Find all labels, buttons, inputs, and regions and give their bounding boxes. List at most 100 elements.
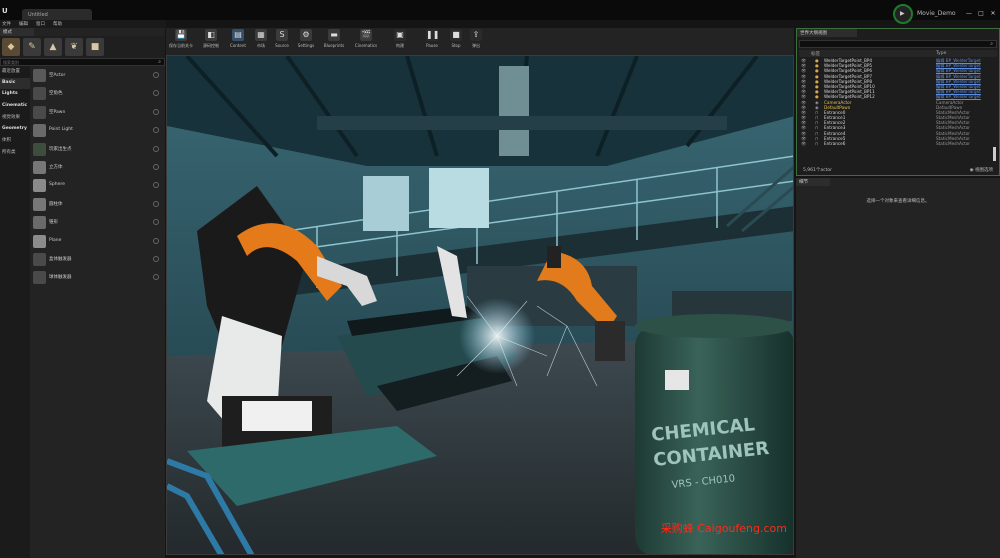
placeable-item[interactable]: 盒体触发器	[31, 250, 163, 268]
item-label: 圆柱体	[49, 201, 63, 207]
info-icon[interactable]	[153, 274, 159, 281]
info-icon[interactable]	[153, 237, 159, 244]
save-icon: 💾	[175, 29, 187, 41]
paint-mode-icon[interactable]: ✎	[23, 38, 41, 56]
pause-button[interactable]: ❚❚ Pause	[420, 29, 444, 54]
menu-file[interactable]: 文件	[2, 21, 11, 27]
stop-icon: ■	[450, 29, 462, 41]
viewport-scene: CHEMICAL CONTAINER VRS - CH010	[167, 56, 793, 554]
info-icon[interactable]	[153, 145, 159, 152]
search-icon: ⌕	[990, 41, 993, 47]
settings-button[interactable]: ⚙ Settings	[294, 29, 318, 54]
info-icon[interactable]	[153, 255, 159, 262]
placeable-item[interactable]: Sphere	[31, 176, 163, 194]
info-icon[interactable]	[153, 127, 159, 134]
toolbar-button-label: 弹出	[472, 43, 480, 48]
category-item[interactable]: 视觉效果	[0, 112, 30, 124]
item-thumbnail-icon	[33, 105, 46, 119]
column-label[interactable]: 标签	[811, 51, 820, 57]
source-button[interactable]: S Source	[270, 29, 294, 54]
category-item[interactable]: 最近放置	[0, 66, 30, 78]
eject-button[interactable]: ⇪ 弹出	[464, 29, 488, 54]
source-icon: S	[276, 29, 288, 41]
placeable-item[interactable]: 空角色	[31, 84, 163, 102]
project-name: Movie_Demo	[917, 10, 956, 17]
close-icon[interactable]: ✕	[988, 10, 998, 18]
placeable-item[interactable]: 球体触发器	[31, 268, 163, 286]
info-icon[interactable]	[153, 108, 159, 115]
item-thumbnail-icon	[33, 142, 46, 156]
info-icon[interactable]	[153, 200, 159, 207]
placeable-item[interactable]: 空Pawn	[31, 103, 163, 121]
maximize-icon[interactable]: □	[976, 10, 986, 18]
item-label: 盒体触发器	[49, 256, 72, 262]
blueprints-button[interactable]: ▬ Blueprints	[322, 29, 346, 54]
info-icon[interactable]	[153, 182, 159, 189]
build-icon: ▣	[394, 29, 406, 41]
category-item[interactable]: Cinematic	[0, 101, 30, 113]
source-control-button[interactable]: ◧ 源码控制	[196, 29, 226, 54]
outliner-row[interactable]: 👁 ⊓ Entrance6 StaticMeshActor	[799, 141, 991, 146]
category-item[interactable]: Basic	[0, 77, 30, 89]
toolbar-button-label: Content	[230, 43, 246, 48]
modes-tab[interactable]: 模式	[0, 28, 34, 36]
item-thumbnail-icon	[33, 197, 46, 211]
level-viewport[interactable]: CHEMICAL CONTAINER VRS - CH010 采购蜂 Caigo…	[166, 55, 794, 555]
item-thumbnail-icon	[33, 216, 46, 230]
content-icon: ▤	[232, 29, 244, 41]
category-item[interactable]: Lights	[0, 89, 30, 101]
outliner-search-input[interactable]: ⌕	[799, 40, 997, 48]
column-type[interactable]: Type	[936, 51, 946, 56]
placeable-item[interactable]: 立方体	[31, 158, 163, 176]
toolbar-button-label: Settings	[297, 43, 315, 48]
eject-icon: ⇪	[470, 29, 482, 41]
outliner-tab[interactable]: 世界大纲视图	[797, 29, 857, 37]
class-search-box[interactable]: ⌕	[0, 58, 165, 66]
details-empty-message: 选择一个对象来查看详细信息。	[866, 199, 930, 204]
level-tab[interactable]: Untitled	[22, 9, 92, 20]
menu-help[interactable]: 帮助	[53, 21, 62, 27]
placeable-item[interactable]: 玩家出生点	[31, 140, 163, 158]
actor-icon: ⊓	[815, 141, 819, 146]
item-label: 空Pawn	[49, 109, 66, 115]
category-item[interactable]: 所有类	[0, 147, 30, 159]
geometry-mode-icon[interactable]: ■	[86, 38, 104, 56]
details-tab[interactable]: 细节	[796, 178, 830, 186]
title-bar: U Untitled ▶ Movie_Demo — □ ✕	[0, 0, 1000, 24]
class-search-input[interactable]	[1, 59, 151, 65]
menu-edit[interactable]: 编辑	[19, 21, 28, 27]
placeable-item[interactable]: 空Actor	[31, 66, 163, 84]
placeable-item[interactable]: Point Light	[31, 121, 163, 139]
menu-window[interactable]: 窗口	[36, 21, 45, 27]
info-icon[interactable]	[153, 72, 159, 78]
project-icon: ▶	[893, 4, 913, 24]
world-outliner: 世界大纲视图 ⌕ 标签 Type 👁 ● WelderTargetPoint_BP4…	[796, 28, 1000, 176]
place-mode-icon[interactable]: ◆	[2, 38, 20, 56]
info-icon[interactable]	[153, 90, 159, 97]
build-button[interactable]: ▣ 构建	[388, 29, 412, 54]
item-thumbnail-icon	[33, 179, 46, 193]
outliner-header: 标签 Type	[799, 50, 997, 57]
minimize-icon[interactable]: —	[964, 10, 974, 18]
item-thumbnail-icon	[33, 271, 46, 285]
content-button[interactable]: ▤ Content	[226, 29, 250, 54]
watermark: 采购蜂 Caigoufeng.com	[660, 522, 787, 535]
foliage-mode-icon[interactable]: ❦	[65, 38, 83, 56]
category-item[interactable]: Geometry	[0, 124, 30, 136]
view-options-button[interactable]: ◉ 视图选项	[970, 167, 993, 173]
outliner-scrollbar[interactable]	[993, 147, 996, 161]
info-icon[interactable]	[153, 163, 159, 170]
cinematics-button[interactable]: 🎬 Cinematics	[354, 29, 378, 54]
category-item[interactable]: 体积	[0, 135, 30, 147]
landscape-mode-icon[interactable]: ▲	[44, 38, 62, 56]
save-button[interactable]: 💾 保存当前关卡	[166, 29, 196, 54]
toolbar-button-label: 源码控制	[203, 43, 219, 48]
outliner-footer: 5,961个actor ◉ 视图选项	[799, 166, 997, 174]
placeable-item[interactable]: 锥形	[31, 213, 163, 231]
placeable-item[interactable]: 圆柱体	[31, 195, 163, 213]
placeable-item[interactable]: Plane	[31, 232, 163, 250]
visibility-eye-icon[interactable]: 👁	[801, 141, 806, 147]
item-thumbnail-icon	[33, 252, 46, 266]
item-thumbnail-icon	[33, 69, 46, 82]
info-icon[interactable]	[153, 219, 159, 226]
